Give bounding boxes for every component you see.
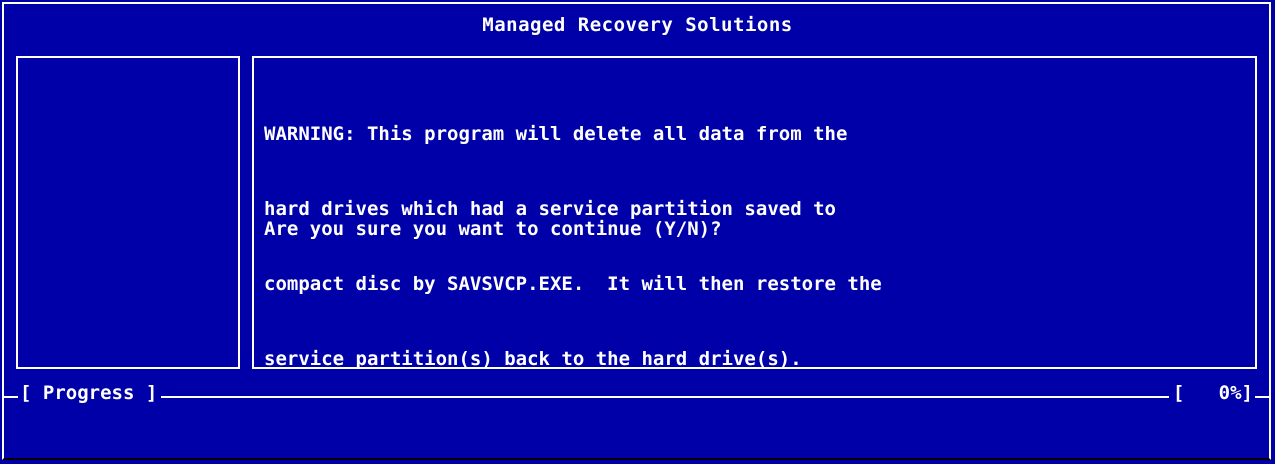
progress-label: [ Progress ]: [18, 382, 162, 404]
message-panel: WARNING: This program will delete all da…: [252, 56, 1257, 370]
warning-line: WARNING: This program will delete all da…: [264, 123, 848, 145]
window-title: Managed Recovery Solutions: [482, 14, 793, 36]
warning-message: WARNING: This program will delete all da…: [264, 72, 1244, 422]
progress-divider: [4, 396, 1269, 398]
confirm-prompt[interactable]: Are you sure you want to continue (Y/N)?: [264, 217, 722, 242]
progress-percent: [ 0%]: [1168, 382, 1255, 404]
warning-line: compact disc by SAVSVCP.EXE. It will the…: [264, 273, 882, 295]
warning-line: service partition(s) back to the hard dr…: [264, 348, 802, 370]
left-panel: [16, 56, 240, 369]
dos-screen: Managed Recovery Solutions WARNING: This…: [0, 0, 1275, 464]
